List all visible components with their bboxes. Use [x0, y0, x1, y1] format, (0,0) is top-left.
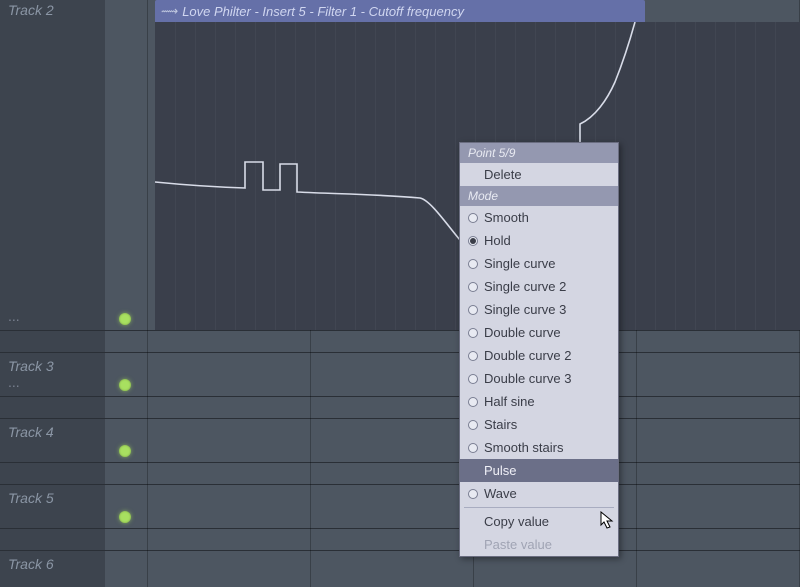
track-label[interactable]: Track 6 — [8, 556, 54, 572]
track-label[interactable]: Track 3 — [8, 358, 54, 374]
menu-item-label: Single curve — [484, 256, 556, 271]
clip-header[interactable]: ⟿ Love Philter - Insert 5 - Filter 1 - C… — [155, 0, 645, 22]
track-ellipsis[interactable]: ... — [8, 374, 20, 390]
automation-icon: ⟿ — [161, 4, 178, 18]
menu-item-mode-single-curve[interactable]: Single curve — [460, 252, 618, 275]
menu-item-label: Half sine — [484, 394, 535, 409]
menu-item-label: Double curve 2 — [484, 348, 571, 363]
radio-icon — [468, 351, 478, 361]
menu-item-label: Double curve — [484, 325, 561, 340]
menu-header-point: Point 5/9 — [460, 143, 618, 163]
menu-item-mode-pulse[interactable]: Pulse — [460, 459, 618, 482]
radio-icon — [468, 213, 478, 223]
menu-item-copy-value[interactable]: Copy value — [460, 510, 618, 533]
track-label[interactable]: Track 5 — [8, 490, 54, 506]
track-indicator[interactable] — [119, 379, 131, 391]
track-indicator[interactable] — [119, 445, 131, 457]
menu-item-mode-smooth-stairs[interactable]: Smooth stairs — [460, 436, 618, 459]
radio-icon — [468, 443, 478, 453]
context-menu: Point 5/9 Delete Mode Smooth Hold Single… — [459, 142, 619, 557]
menu-item-mode-single-curve-3[interactable]: Single curve 3 — [460, 298, 618, 321]
menu-item-mode-hold[interactable]: Hold — [460, 229, 618, 252]
menu-item-mode-stairs[interactable]: Stairs — [460, 413, 618, 436]
track-indicator[interactable] — [119, 313, 131, 325]
menu-item-paste-value: Paste value — [460, 533, 618, 556]
menu-item-mode-half-sine[interactable]: Half sine — [460, 390, 618, 413]
track-indicator[interactable] — [119, 511, 131, 523]
menu-header-mode: Mode — [460, 186, 618, 206]
grid-line — [147, 0, 148, 587]
menu-item-label: Wave — [484, 486, 517, 501]
radio-icon — [468, 259, 478, 269]
menu-item-label: Hold — [484, 233, 511, 248]
menu-item-mode-double-curve-2[interactable]: Double curve 2 — [460, 344, 618, 367]
menu-item-label: Smooth — [484, 210, 529, 225]
track-label[interactable]: Track 2 — [8, 2, 54, 18]
menu-item-label: Smooth stairs — [484, 440, 563, 455]
menu-item-label: Stairs — [484, 417, 517, 432]
menu-item-mode-double-curve[interactable]: Double curve — [460, 321, 618, 344]
menu-item-label: Double curve 3 — [484, 371, 571, 386]
clip-title: Love Philter - Insert 5 - Filter 1 - Cut… — [182, 4, 464, 19]
track-label-column: Track 2 ... Track 3 ... Track 4 Track 5 … — [0, 0, 105, 587]
radio-icon — [468, 397, 478, 407]
menu-item-mode-wave[interactable]: Wave — [460, 482, 618, 505]
track-ellipsis[interactable]: ... — [8, 308, 20, 324]
menu-item-label: Single curve 2 — [484, 279, 566, 294]
indicator-column — [105, 0, 145, 587]
menu-separator — [464, 507, 614, 508]
menu-item-delete[interactable]: Delete — [460, 163, 618, 186]
track-label[interactable]: Track 4 — [8, 424, 54, 440]
radio-icon — [468, 236, 478, 246]
radio-icon — [468, 374, 478, 384]
menu-item-label: Pulse — [484, 463, 517, 478]
menu-item-mode-double-curve-3[interactable]: Double curve 3 — [460, 367, 618, 390]
radio-icon — [468, 489, 478, 499]
radio-icon — [468, 305, 478, 315]
menu-item-mode-smooth[interactable]: Smooth — [460, 206, 618, 229]
menu-item-label: Single curve 3 — [484, 302, 566, 317]
radio-icon — [468, 282, 478, 292]
radio-icon — [468, 328, 478, 338]
radio-icon — [468, 420, 478, 430]
menu-item-mode-single-curve-2[interactable]: Single curve 2 — [460, 275, 618, 298]
